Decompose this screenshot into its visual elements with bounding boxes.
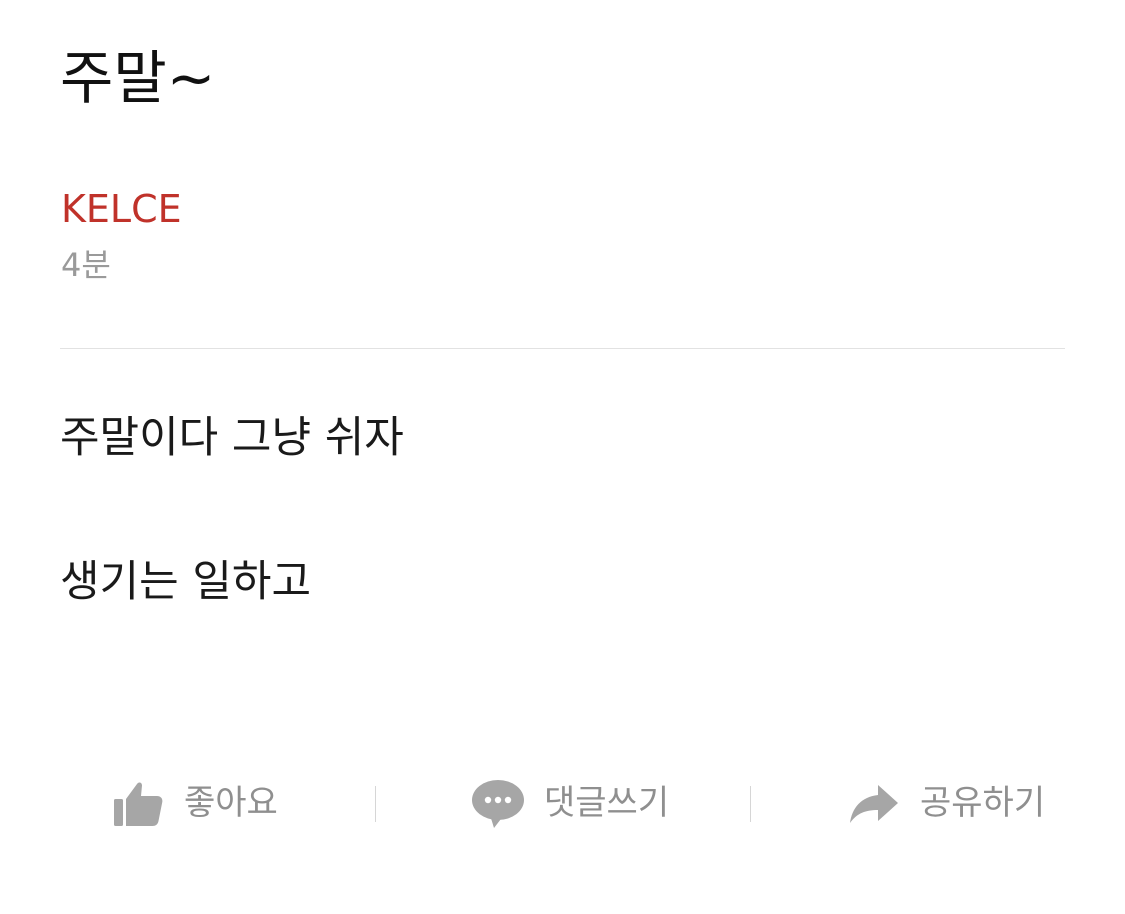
post-body-line: 생기는 일하고 [60, 557, 312, 607]
share-arrow-icon [846, 775, 902, 831]
speech-bubble-icon [470, 775, 526, 831]
post-title: 주말~ [60, 44, 216, 112]
share-label: 공유하기 [920, 783, 1046, 823]
like-button[interactable]: 좋아요 [110, 770, 278, 836]
post-body-line: 주말이다 그냥 쉬자 [60, 413, 404, 463]
action-separator [750, 786, 751, 822]
comment-label: 댓글쓰기 [544, 783, 670, 823]
post-timestamp: 4분 [61, 246, 111, 284]
thumbs-up-icon [110, 775, 166, 831]
action-separator [375, 786, 376, 822]
like-label: 좋아요 [184, 783, 278, 823]
share-button[interactable]: 공유하기 [846, 770, 1045, 836]
divider [60, 348, 1065, 349]
author-name[interactable]: KELCE [61, 186, 182, 232]
action-bar: 좋아요 댓글쓰기 공유하기 [0, 770, 1125, 836]
comment-button[interactable]: 댓글쓰기 [470, 770, 669, 836]
